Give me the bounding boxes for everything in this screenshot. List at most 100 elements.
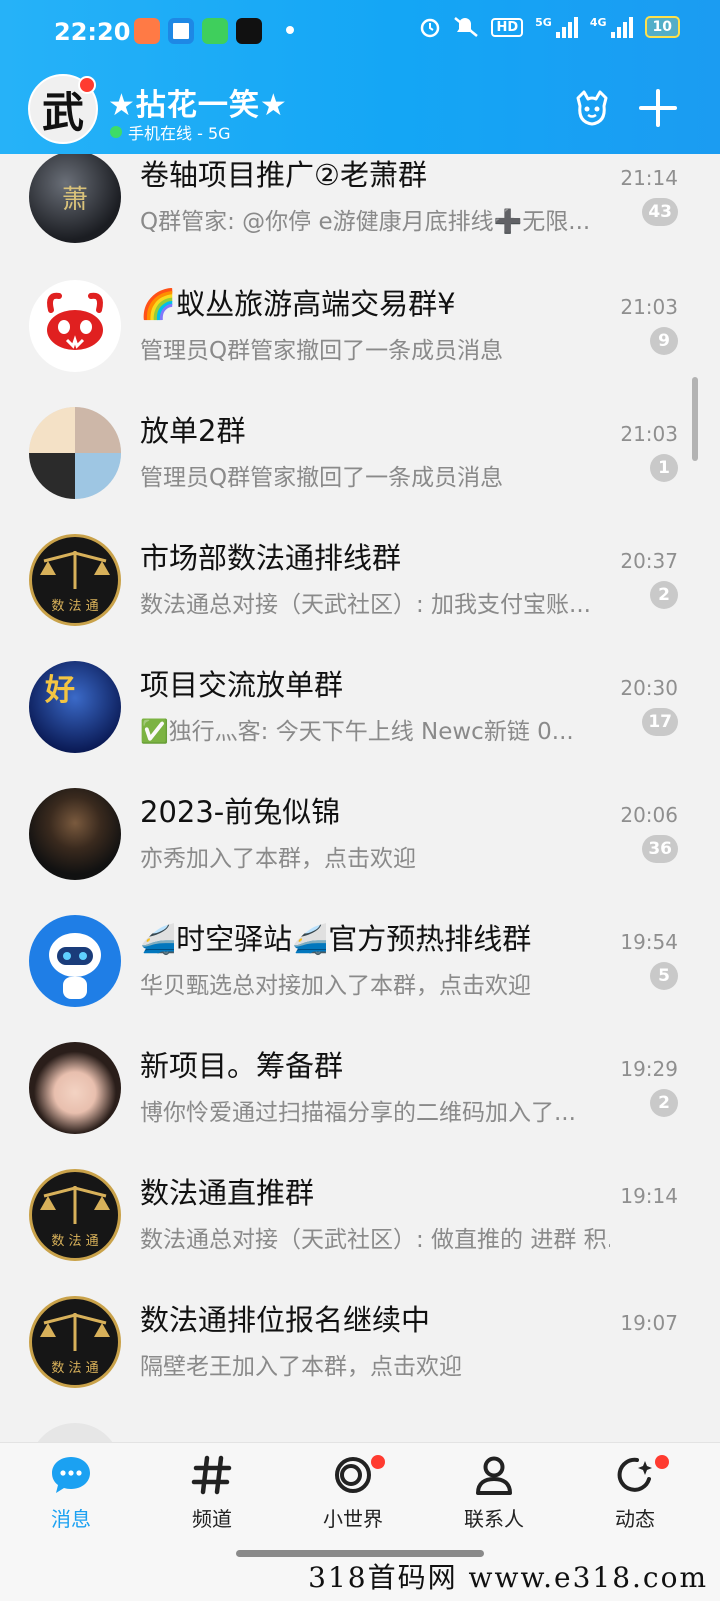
avatar-text: 数 法 通 [51,599,99,614]
network-4g-label: 4G [589,16,607,29]
chat-name: 数法通直推群 [140,1176,315,1210]
notification-dot-icon [286,26,294,34]
chat-avatar [29,1042,121,1134]
chat-row[interactable]: 好 项目交流放单群 20:30 ✅独行灬客: 今天下午上线 Newc新链 0..… [0,656,720,783]
chat-avatar: 萧 [29,154,121,243]
iqiyi-app-icon [202,18,228,44]
scales-logo-icon [40,1313,110,1351]
unread-badge: 1 [650,454,678,482]
chat-time: 20:30 [620,676,678,700]
chat-row[interactable]: 数 法 通 市场部数法通排线群 20:37 数法通总对接（天武社区）: 加我支付… [0,529,720,656]
chat-preview: ✅独行灬客: 今天下午上线 Newc新链 0... [140,719,574,745]
chat-time: 19:07 [620,1311,678,1335]
avatar-text: 数 法 通 [51,1234,99,1249]
top-header: 22:20 HD 5G 4G 10 武 ★拈花一笑★ 手机在线 - 5G [0,0,720,154]
robot-mascot-icon [49,933,101,999]
chat-name: 卷轴项目推广②老萧群 [140,158,427,192]
online-status-label: 手机在线 - 5G [128,124,231,143]
chat-avatar: 数 法 通 [29,1296,121,1388]
chat-time: 19:54 [620,930,678,954]
pet-face-icon[interactable] [572,88,612,128]
status-time: 22:20 [54,18,131,46]
browser-app-icon [168,18,194,44]
chat-name: 2023-前兔似锦 [140,795,341,829]
unread-badge: 2 [650,1089,678,1117]
nav-small-world[interactable]: 小世界 [303,1453,403,1532]
tiktok-app-icon [236,18,262,44]
chat-row[interactable]: 放单2群 21:03 管理员Q群管家撤回了一条成员消息 1 [0,402,720,529]
chat-row[interactable]: 萧 卷轴项目推广②老萧群 21:14 Q群管家: @你停 e游健康月底排线➕无限… [0,154,720,275]
chat-row[interactable]: 🚄时空驿站🚄官方预热排线群 19:54 华贝甄选总对接加入了本群，点击欢迎 5 [0,910,720,1037]
chat-name: 放单2群 [140,414,246,448]
scales-logo-icon [40,551,110,589]
chat-row[interactable]: 数 法 通 数法通直推群 19:14 数法通总对接（天武社区）: 做直推的 进群… [0,1164,720,1291]
chat-preview: 管理员Q群管家撤回了一条成员消息 [140,465,504,491]
planet-icon [335,1457,371,1493]
chat-row[interactable]: 2023-前兔似锦 20:06 亦秀加入了本群，点击欢迎 36 [0,783,720,910]
game-app-icon [134,18,160,44]
avatar-text: 萧 [61,184,88,215]
message-bubble-icon [52,1457,90,1493]
chat-name: 🌈蚁丛旅游高端交易群¥ [140,287,456,321]
chat-time: 20:06 [620,803,678,827]
nav-messages[interactable]: 消息 [21,1453,121,1532]
chat-avatar: 数 法 通 [29,1169,121,1261]
nav-label: 联系人 [464,1507,524,1531]
avatar-red-dot [78,76,96,94]
online-status[interactable]: 手机在线 - 5G [110,120,231,144]
user-nickname[interactable]: ★拈花一笑★ [108,80,288,124]
chat-row[interactable]: 新项目。筹备群 19:29 博你怜爱通过扫描福分享的二维码加入了... 2 [0,1037,720,1164]
chat-name: 新项目。筹备群 [140,1049,344,1083]
chat-name: 数法通排位报名继续中 [140,1303,431,1337]
chat-avatar [29,1423,121,1442]
chat-preview: 隔壁老王加入了本群，点击欢迎 [140,1354,462,1380]
chat-row[interactable]: 🌈蚁丛旅游高端交易群¥ 21:03 管理员Q群管家撤回了一条成员消息 9 [0,275,720,402]
chat-preview: 管理员Q群管家撤回了一条成员消息 [140,338,504,364]
nav-red-dot [655,1455,669,1469]
chat-name: 项目交流放单群 [140,668,344,702]
chat-avatar: 好 [29,661,121,753]
chat-time: 19:29 [620,1057,678,1081]
scales-logo-icon [40,1186,110,1224]
site-watermark: 318首码网 www.e318.com [308,1561,708,1594]
status-bar: 22:20 HD 5G 4G 10 [0,0,720,64]
chat-preview: 亦秀加入了本群，点击欢迎 [140,846,416,872]
nav-label: 动态 [615,1507,655,1531]
chat-preview: 博你怜爱通过扫描福分享的二维码加入了... [140,1100,576,1126]
unread-badge: 17 [642,708,678,736]
nav-feed[interactable]: 动态 [585,1453,685,1532]
chat-time: 21:03 [620,422,678,446]
avatar-text: 数 法 通 [51,1361,99,1376]
hd-label: HD [491,17,524,37]
alarm-icon [421,18,440,38]
network-5g-label: 5G [535,16,552,29]
nav-channels[interactable]: 频道 [162,1453,262,1532]
nav-label: 消息 [51,1507,91,1531]
list-scrollbar[interactable] [692,377,698,461]
hashtag-icon [191,1455,232,1495]
ant-logo-icon [47,292,103,350]
nav-contacts[interactable]: 联系人 [444,1453,544,1532]
chat-avatar [29,788,121,880]
mute-icon [454,17,479,37]
chat-time: 19:14 [620,1184,678,1208]
chat-avatar: 数 法 通 [29,534,121,626]
chat-name: 🚄时空驿站🚄官方预热排线群 [140,922,532,956]
chat-preview: 数法通总对接（天武社区）: 做直推的 进群 积... [140,1227,610,1253]
online-dot-icon [110,126,122,138]
chat-avatar [29,915,121,1007]
unread-badge: 2 [650,581,678,609]
nav-red-dot [371,1455,385,1469]
plus-icon[interactable] [638,88,678,128]
chat-row[interactable]: 数 法 通 数法通排位报名继续中 19:07 隔壁老王加入了本群，点击欢迎 [0,1291,720,1418]
unread-badge: 5 [650,962,678,990]
nav-label: 小世界 [323,1507,383,1531]
person-icon [476,1456,512,1495]
chat-time: 20:37 [620,549,678,573]
chat-preview: Q群管家: @你停 e游健康月底排线➕无限... [140,209,591,235]
chat-time: 21:14 [620,166,678,190]
chat-preview: 华贝甄选总对接加入了本群，点击欢迎 [140,973,531,999]
chat-list[interactable]: 萧 卷轴项目推广②老萧群 21:14 Q群管家: @你停 e游健康月底排线➕无限… [0,154,720,1442]
chat-row-partial[interactable] [0,1418,720,1442]
status-indicators: HD 5G 4G 10 [419,16,680,38]
